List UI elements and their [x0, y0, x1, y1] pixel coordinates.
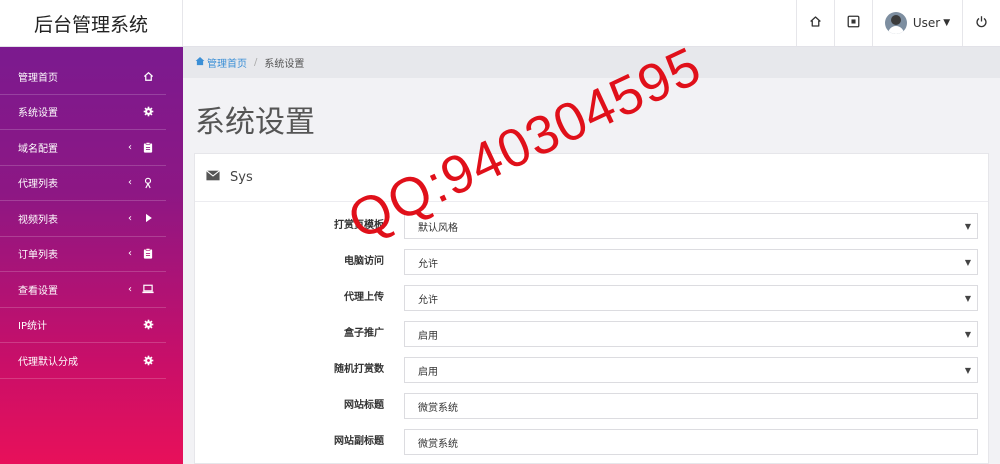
site-subtitle-input[interactable]: 微赏系统 [404, 429, 978, 455]
breadcrumb-current: 系统设置 [264, 59, 305, 70]
envelope-icon [206, 170, 220, 185]
fullscreen-button[interactable] [834, 0, 872, 46]
chevron-down-icon: ▼ [964, 329, 971, 339]
sidebar-item-label: 视频列表 [18, 214, 58, 226]
sidebar-item-view-settings[interactable]: 查看设置 ‹ [0, 272, 166, 308]
play-icon [142, 212, 154, 224]
agent-upload-select[interactable]: 允许 ▼ [404, 285, 978, 311]
settings-panel: Sys 打赏页模板 默认风格 ▼ 电脑访问 允许 ▼ 代理上传 允许 ▼ 盒子推… [194, 153, 989, 464]
input-value: 微赏系统 [418, 402, 458, 414]
form-row-template: 打赏页模板 默认风格 ▼ [195, 213, 990, 239]
form-label: 网站副标题 [334, 436, 384, 447]
panel-header: Sys [195, 154, 988, 202]
breadcrumb-home[interactable]: 管理首页 [195, 55, 247, 70]
form-label: 代理上传 [344, 292, 384, 303]
form-row-site-subtitle: 网站副标题 微赏系统 [195, 429, 990, 455]
select-value: 启用 [418, 366, 438, 378]
sidebar-item-label: 代理列表 [18, 179, 58, 191]
app-title[interactable]: 后台管理系统 [0, 0, 183, 46]
gear-icon [142, 354, 154, 366]
form-row-pc-access: 电脑访问 允许 ▼ [195, 249, 990, 275]
sidebar-item-ip-stats[interactable]: IP统计 [0, 308, 166, 343]
fullscreen-icon [847, 15, 860, 31]
home-button[interactable] [796, 0, 834, 46]
sidebar-item-label: 代理默认分成 [18, 356, 78, 368]
form-row-agent-upload: 代理上传 允许 ▼ [195, 285, 990, 311]
sidebar-item-domain[interactable]: 域名配置 ‹ [0, 130, 166, 166]
home-icon [195, 56, 205, 69]
form-row-box-promo: 盒子推广 启用 ▼ [195, 321, 990, 347]
user-icon [142, 177, 154, 189]
select-value: 允许 [418, 294, 438, 306]
gear-icon [142, 106, 154, 118]
clipboard-icon [142, 141, 154, 153]
user-label: User [912, 16, 941, 30]
sidebar-item-label: 系统设置 [18, 108, 58, 120]
form-row-site-title: 网站标题 微赏系统 [195, 393, 990, 419]
chevron-left-icon: ‹ [128, 283, 132, 295]
sidebar-item-label: IP统计 [18, 321, 47, 333]
user-menu[interactable]: User ▼ [872, 0, 962, 46]
avatar [884, 12, 907, 34]
logout-button[interactable] [962, 0, 1000, 46]
box-promo-select[interactable]: 启用 ▼ [404, 321, 978, 347]
template-select[interactable]: 默认风格 ▼ [404, 213, 978, 239]
sidebar-item-label: 订单列表 [18, 250, 58, 262]
select-value: 允许 [418, 258, 438, 270]
home-icon [809, 15, 822, 31]
home-icon [142, 70, 154, 82]
pc-access-select[interactable]: 允许 ▼ [404, 249, 978, 275]
sidebar: 管理首页 系统设置 域名配置 ‹ 代理列表 ‹ 视频列表 ‹ 订单列表 ‹ 查看… [0, 47, 183, 464]
sidebar-item-home[interactable]: 管理首页 [0, 59, 166, 95]
sidebar-item-orders[interactable]: 订单列表 ‹ [0, 237, 166, 272]
form-label: 网站标题 [344, 400, 384, 411]
breadcrumb-separator: / [254, 57, 258, 68]
sidebar-item-agents[interactable]: 代理列表 ‹ [0, 166, 166, 201]
chevron-down-icon: ▼ [964, 365, 971, 375]
top-bar-actions: User ▼ [796, 0, 1000, 46]
chevron-left-icon: ‹ [128, 212, 132, 224]
panel-title: Sys [230, 170, 253, 185]
power-icon [975, 15, 988, 31]
chevron-down-icon: ▼ [964, 221, 971, 231]
laptop-icon [142, 283, 154, 295]
sidebar-item-label: 管理首页 [18, 72, 58, 84]
input-value: 微赏系统 [418, 438, 458, 450]
chevron-down-icon: ▼ [964, 257, 971, 267]
gear-icon [142, 319, 154, 331]
breadcrumb: 管理首页 / 系统设置 [183, 47, 1000, 78]
clipboard-icon [142, 248, 154, 260]
breadcrumb-home-label: 管理首页 [207, 59, 247, 70]
form-label: 盒子推广 [344, 328, 384, 339]
form-label: 随机打赏数 [334, 364, 384, 375]
sidebar-item-videos[interactable]: 视频列表 ‹ [0, 201, 166, 237]
chevron-left-icon: ‹ [128, 141, 132, 153]
chevron-left-icon: ‹ [128, 248, 132, 260]
top-bar: 后台管理系统 User ▼ [0, 0, 1000, 47]
chevron-down-icon: ▼ [943, 18, 951, 28]
random-tip-select[interactable]: 启用 ▼ [404, 357, 978, 383]
chevron-down-icon: ▼ [964, 293, 971, 303]
form-row-random-tip: 随机打赏数 启用 ▼ [195, 357, 990, 383]
sidebar-item-agent-commission[interactable]: 代理默认分成 [0, 343, 166, 379]
sidebar-item-settings[interactable]: 系统设置 [0, 95, 166, 130]
chevron-left-icon: ‹ [128, 177, 132, 189]
sidebar-item-label: 域名配置 [18, 143, 58, 155]
page-title: 系统设置 [195, 105, 315, 140]
sidebar-item-label: 查看设置 [18, 285, 58, 297]
select-value: 启用 [418, 330, 438, 342]
form-label: 电脑访问 [344, 256, 384, 267]
site-title-input[interactable]: 微赏系统 [404, 393, 978, 419]
